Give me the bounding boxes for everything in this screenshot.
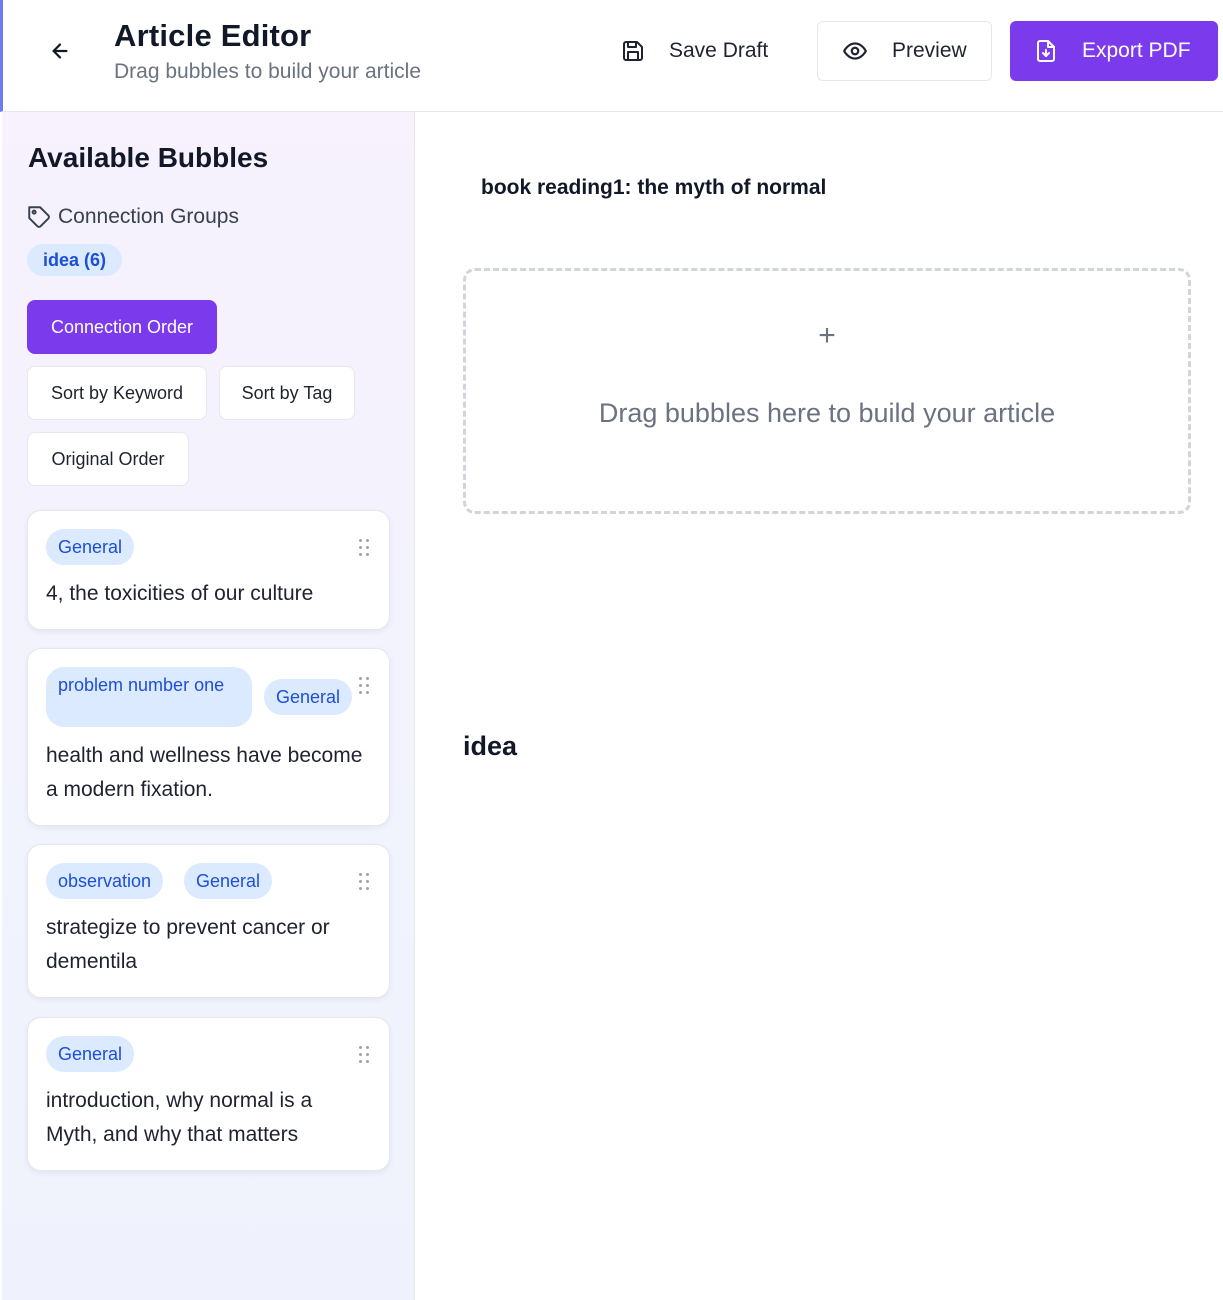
sort-by-keyword-button[interactable]: Sort by Keyword xyxy=(27,366,207,420)
page-title: Article Editor xyxy=(114,18,312,53)
bubble-tag[interactable]: General xyxy=(46,529,135,565)
connection-groups-label: Connection Groups xyxy=(58,205,239,228)
bubble-tag[interactable]: General xyxy=(264,679,353,715)
app-header: Article Editor Drag bubbles to build you… xyxy=(0,0,1223,112)
floppy-disk-icon xyxy=(621,39,645,63)
connection-groups-header: Connection Groups xyxy=(26,204,239,230)
drag-handle-icon[interactable] xyxy=(357,677,371,697)
bubble-tag[interactable]: problem number one xyxy=(46,667,252,727)
section-heading-idea: idea xyxy=(463,731,518,761)
dropzone-hint: Drag bubbles here to build your article xyxy=(598,398,1056,428)
article-dropzone[interactable]: + Drag bubbles here to build your articl… xyxy=(463,268,1191,514)
bubble-tag[interactable]: observation xyxy=(46,863,164,899)
tag-icon xyxy=(26,204,52,230)
page-subtitle: Drag bubbles to build your article xyxy=(114,60,422,83)
bubble-card[interactable]: observation General strategize to preven… xyxy=(27,844,390,998)
bubble-card[interactable]: General 4, the toxicities of our culture xyxy=(27,510,390,630)
bubble-text: 4, the toxicities of our culture xyxy=(46,582,314,605)
sidebar-title: Available Bubbles xyxy=(28,142,269,173)
bubble-text: introduction, why normal is a Myth, and … xyxy=(46,1089,313,1146)
bubble-card[interactable]: problem number one General health and we… xyxy=(27,648,390,826)
preview-button[interactable]: Preview xyxy=(817,21,992,81)
document-title[interactable]: book reading1: the myth of normal xyxy=(481,176,826,200)
drag-handle-icon[interactable] xyxy=(357,873,371,893)
save-draft-label: Save Draft xyxy=(669,39,769,62)
bubble-tag[interactable]: General xyxy=(184,863,273,899)
bubble-card[interactable]: General introduction, why normal is a My… xyxy=(27,1017,390,1171)
save-draft-button[interactable]: Save Draft xyxy=(607,21,797,81)
plus-icon: + xyxy=(818,319,836,352)
bubble-tag[interactable]: General xyxy=(46,1036,135,1072)
bubble-text: strategize to prevent cancer or dementil… xyxy=(46,916,330,973)
bubbles-sidebar: Available Bubbles Connection Groups idea… xyxy=(2,112,415,1300)
sort-by-tag-button[interactable]: Sort by Tag xyxy=(219,366,355,420)
back-button[interactable] xyxy=(41,32,79,70)
file-download-icon xyxy=(1034,39,1058,63)
preview-label: Preview xyxy=(892,39,967,62)
export-pdf-button[interactable]: Export PDF xyxy=(1010,21,1218,81)
connection-order-button[interactable]: Connection Order xyxy=(27,300,217,354)
arrow-left-icon xyxy=(52,43,68,59)
bubble-text: health and wellness have become a modern… xyxy=(46,744,363,801)
original-order-button[interactable]: Original Order xyxy=(27,432,189,486)
drag-handle-icon[interactable] xyxy=(357,539,371,559)
drag-handle-icon[interactable] xyxy=(357,1046,371,1066)
eye-icon xyxy=(842,38,868,64)
export-pdf-label: Export PDF xyxy=(1082,39,1191,62)
group-chip-idea[interactable]: idea (6) xyxy=(27,244,123,276)
